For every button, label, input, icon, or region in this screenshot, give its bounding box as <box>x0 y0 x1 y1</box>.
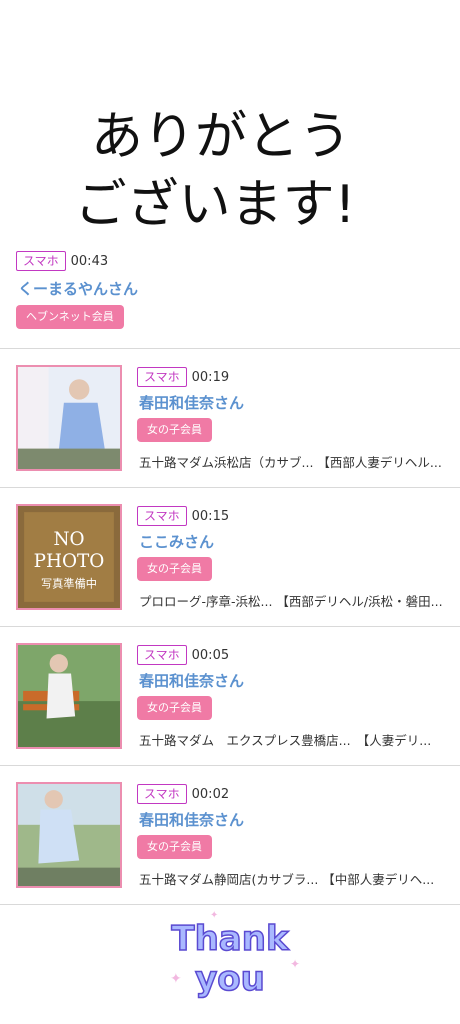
sparkle-icon: ✦ <box>210 910 218 921</box>
member-type-tag: 女の子会員 <box>137 835 212 859</box>
member-type-tag: 女の子会員 <box>137 696 212 720</box>
list-item[interactable]: スマホ 00:19 春田和佳奈さん 女の子会員 五十路マダム浜松店（カサブ... … <box>0 349 460 488</box>
device-badge: スマホ <box>137 645 187 665</box>
member-type-tag: 女の子会員 <box>137 557 212 581</box>
profile-thumbnail[interactable] <box>16 365 122 471</box>
visitor-name[interactable]: くーまるやんさん <box>18 278 138 299</box>
footprint-list: スマホ 00:43 くーまるやんさん ヘブンネット会員 スマホ 00:19 春田和佳… <box>0 242 460 905</box>
device-badge: スマホ <box>137 367 187 387</box>
no-photo-thumbnail[interactable]: NO PHOTO 写真準備中 <box>16 504 122 610</box>
no-photo-line-1: NO <box>53 529 84 550</box>
list-item[interactable]: スマホ 00:05 春田和佳奈さん 女の子会員 五十路マダム エクスプレス豊橋店.… <box>0 627 460 766</box>
thank-you-footer-image: Thank you ✦ ✦ ✦ <box>150 908 310 1008</box>
profile-thumbnail[interactable] <box>16 782 122 888</box>
device-badge: スマホ <box>137 784 187 804</box>
sparkle-icon: ✦ <box>290 957 300 971</box>
visitor-name[interactable]: 春田和佳奈さん <box>139 809 244 830</box>
visit-time: 00:15 <box>191 509 230 524</box>
profile-thumbnail[interactable] <box>16 643 122 749</box>
member-type-tag: ヘブンネット会員 <box>16 305 124 329</box>
visit-time: 00:43 <box>70 254 109 269</box>
footer-line-2: you <box>195 959 265 999</box>
member-type-tag: 女の子会員 <box>137 418 212 442</box>
list-item[interactable]: NO PHOTO 写真準備中 スマホ 00:15 ここみさん 女の子会員 プロロー… <box>0 488 460 627</box>
visit-time: 00:19 <box>191 370 230 385</box>
shop-name[interactable]: 五十路マダム エクスプレス豊橋店... 【人妻デリ... <box>139 730 444 749</box>
device-badge: スマホ <box>137 506 187 526</box>
device-badge: スマホ <box>16 251 66 271</box>
list-item[interactable]: スマホ 00:02 春田和佳奈さん 女の子会員 五十路マダム静岡店(カサブラ...… <box>0 766 460 905</box>
list-item[interactable]: スマホ 00:43 くーまるやんさん ヘブンネット会員 <box>0 242 460 349</box>
no-photo-line-2: PHOTO <box>34 551 105 572</box>
hero-line-2: ございます! <box>75 175 356 235</box>
visitor-name[interactable]: 春田和佳奈さん <box>139 670 244 691</box>
hero-line-1: ありがとう <box>91 107 351 167</box>
shop-name[interactable]: 五十路マダム静岡店(カサブラ... 【中部人妻デリヘ... <box>139 869 444 888</box>
visit-time: 00:05 <box>191 648 230 663</box>
thank-you-header-image: ありがとう ございます! <box>40 92 402 242</box>
no-photo-line-3: 写真準備中 <box>41 577 97 591</box>
shop-name[interactable]: 五十路マダム浜松店（カサブ... 【西部人妻デリヘル... <box>139 452 444 471</box>
footer-line-1: Thank <box>171 919 290 959</box>
visit-time: 00:02 <box>191 787 230 802</box>
visitor-name[interactable]: ここみさん <box>139 531 214 552</box>
sparkle-icon: ✦ <box>170 971 182 987</box>
visitor-name[interactable]: 春田和佳奈さん <box>139 392 244 413</box>
shop-name[interactable]: プロローグ-序章-浜松... 【西部デリヘル/浜松・磐田... <box>139 591 444 610</box>
